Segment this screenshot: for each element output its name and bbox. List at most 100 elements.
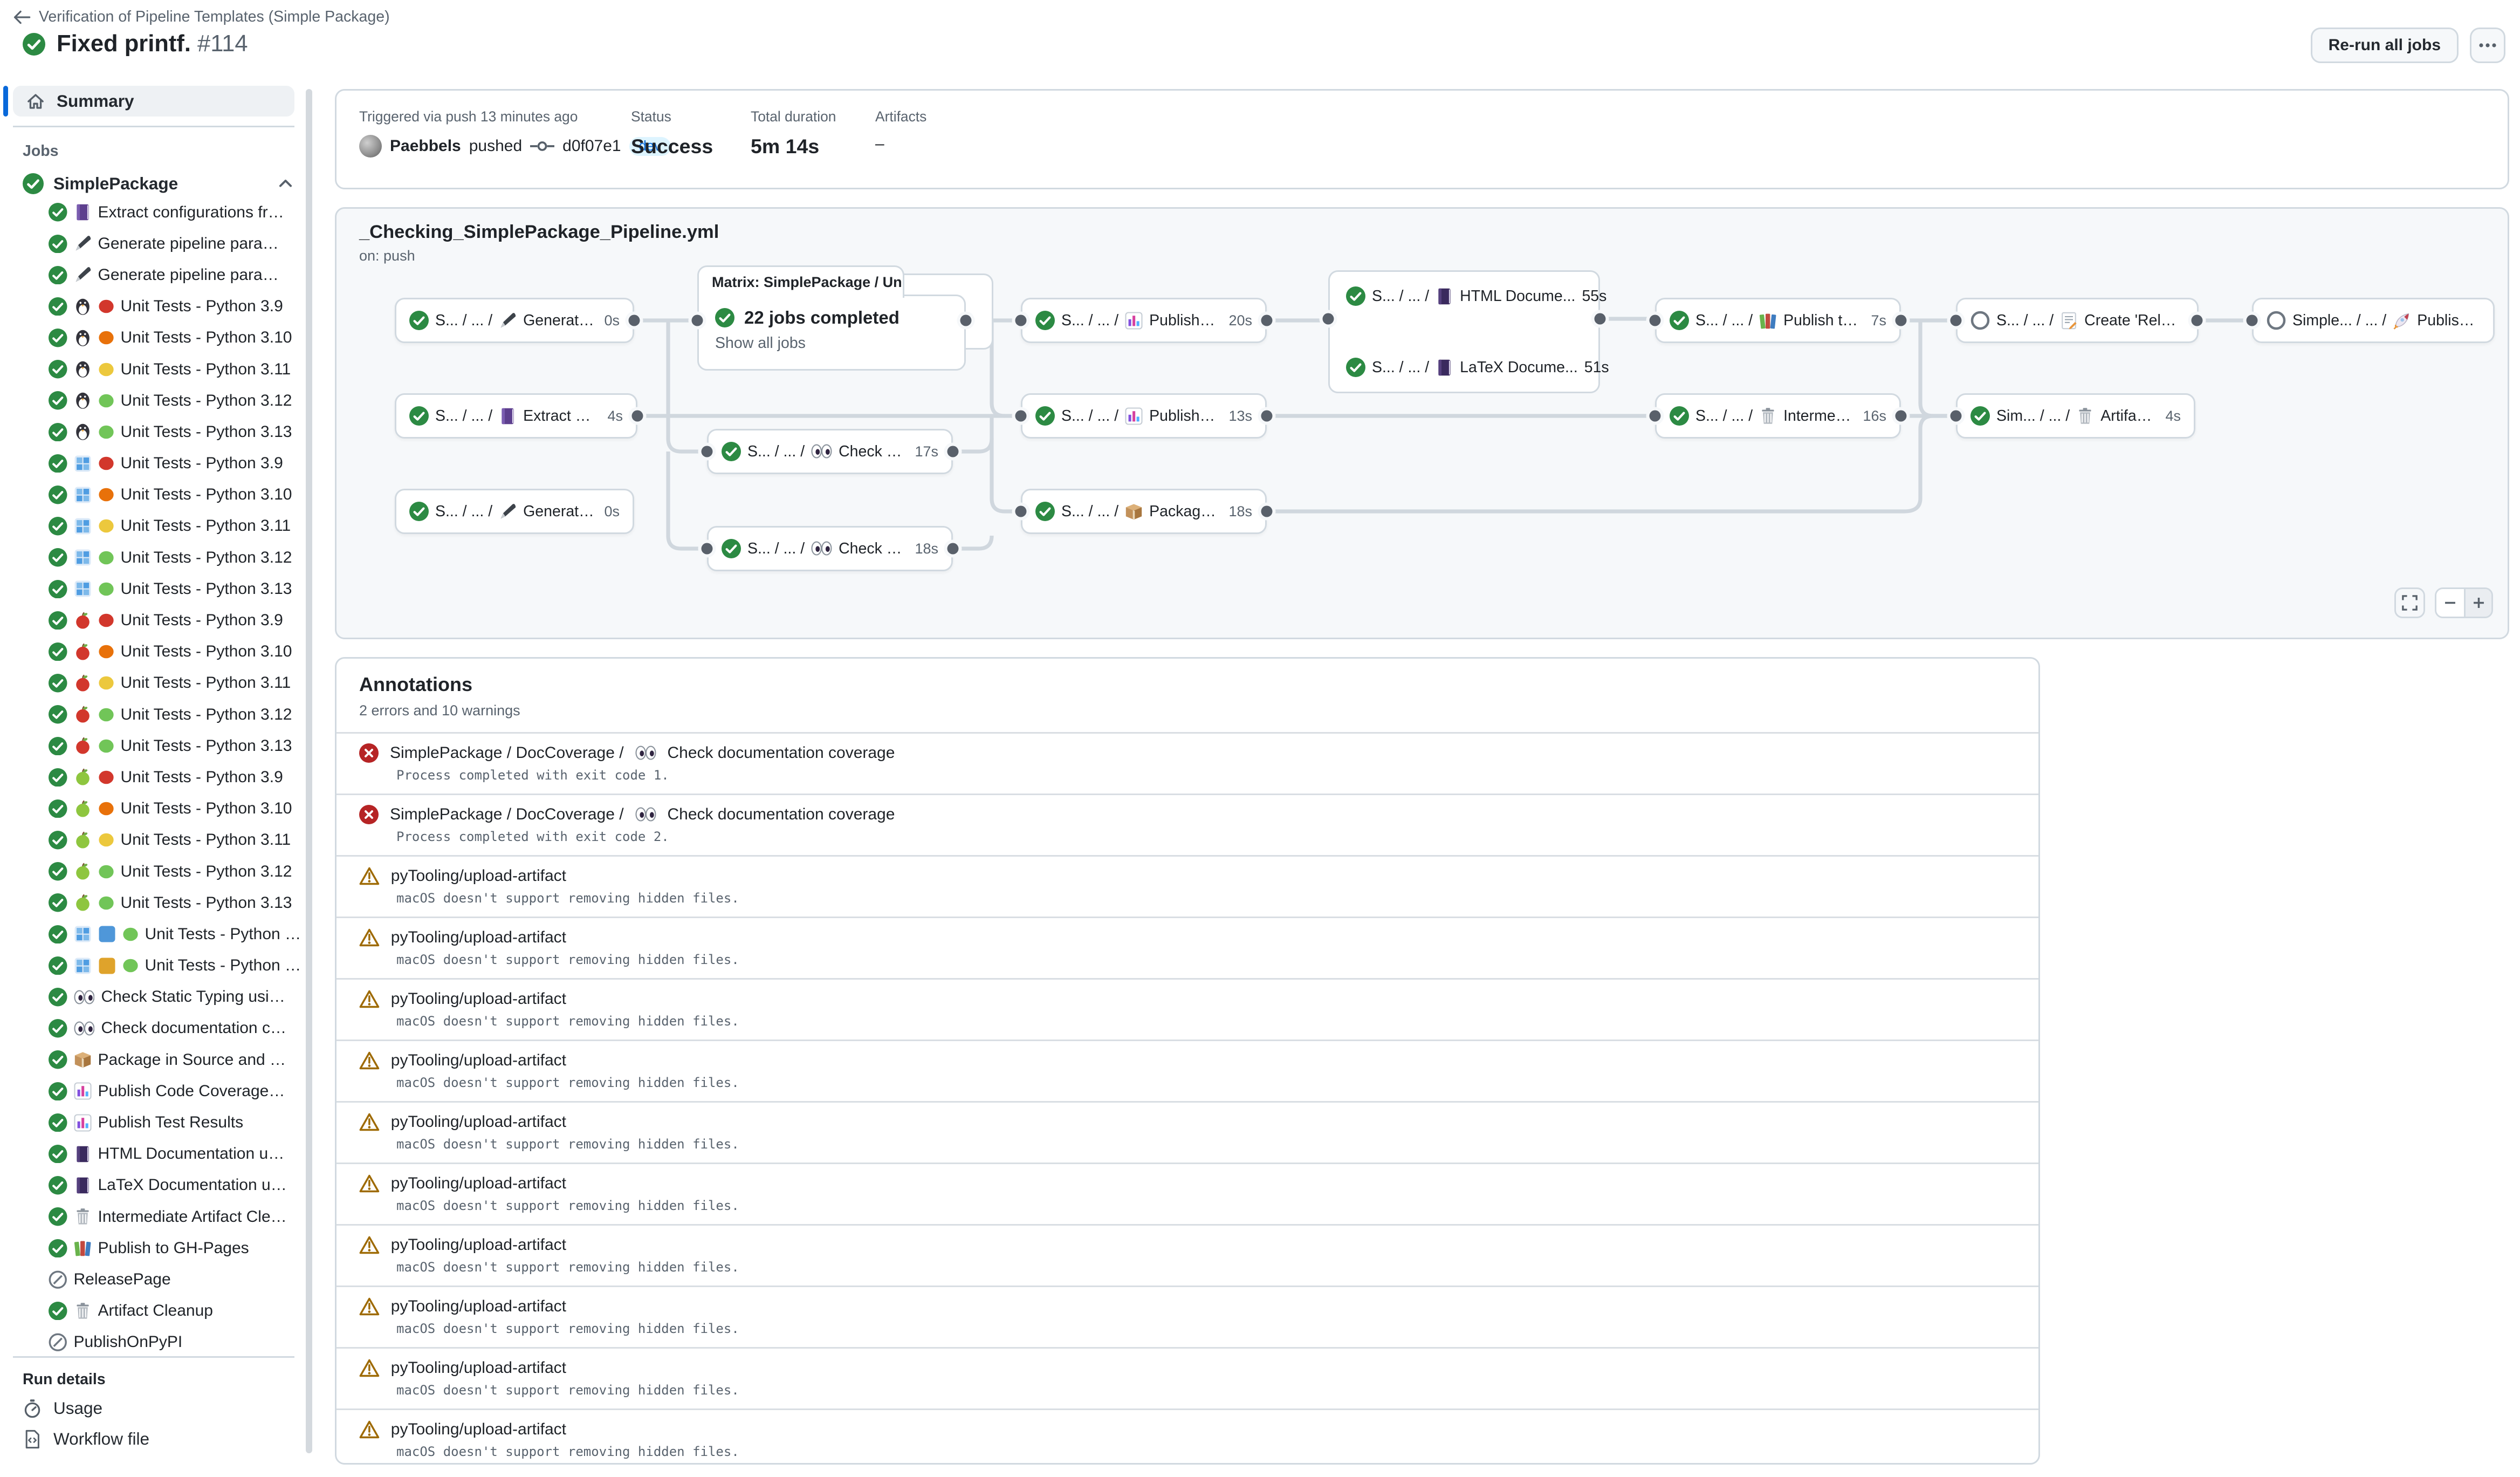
run-options-kebab-button[interactable] [2470, 28, 2505, 63]
zoom-out-button[interactable] [2436, 589, 2464, 617]
windows-icon [74, 580, 92, 598]
graph-node-extract[interactable]: S... / ... /Extract configur...4s [395, 393, 637, 439]
graph-connector-dot [1595, 313, 1606, 325]
sidebar-job-item[interactable]: Unit Tests - Python 3.11 [0, 824, 307, 856]
sidebar-job-item[interactable]: Publish Test Results [0, 1107, 307, 1138]
zoom-in-button[interactable] [2464, 589, 2491, 617]
annotation-title[interactable]: pyTooling/upload-artifact [391, 1174, 566, 1193]
graph-node-gen2[interactable]: S... / ... /Generate pipelin...0s [395, 489, 634, 534]
check-circle-icon [49, 548, 67, 567]
sidebar-job-item[interactable]: Intermediate Artifact Cleanup [0, 1201, 307, 1233]
sidebar-job-item[interactable]: PublishOnPyPI [0, 1326, 307, 1358]
warning-icon [359, 1235, 380, 1255]
sidebar-job-item[interactable]: ReleasePage [0, 1264, 307, 1295]
sidebar-job-item[interactable]: Unit Tests - Python 3.13 [0, 887, 307, 919]
apple-red-icon [74, 737, 92, 755]
pen-icon [74, 235, 92, 252]
sidebar-job-item[interactable]: Unit Tests - Python 3.11 [0, 353, 307, 385]
annotation-detail: macOS doesn't support removing hidden fi… [396, 1014, 2016, 1029]
graph-node-intermediate[interactable]: S... / ... /Intermediate A...16s [1655, 393, 1901, 439]
sidebar-job-item[interactable]: Unit Tests - Python 3.9 [0, 605, 307, 636]
graph-node-release[interactable]: S... / ... /Create 'Release Pa... [1956, 298, 2199, 343]
sidebar-job-item[interactable]: Extract configurations from p... [0, 197, 307, 228]
sidebar-scrollbar[interactable] [306, 89, 312, 1453]
sidebar-job-item[interactable]: Generate pipeline parameters [0, 259, 307, 291]
show-all-jobs-link[interactable]: Show all jobs [715, 334, 948, 352]
sidebar-job-item[interactable]: Unit Tests - Python 3.13 [0, 730, 307, 762]
sidebar-job-group-simplepackage[interactable]: SimplePackage [23, 170, 294, 197]
check-circle-icon [1035, 406, 1055, 426]
actor-name[interactable]: Paebbels [390, 137, 461, 155]
sidebar-job-item[interactable]: Unit Tests - Python 3.12 [0, 385, 307, 416]
graph-node-package[interactable]: S... / ... /Package in Sou...18s [1021, 489, 1267, 534]
sidebar-job-item[interactable]: Unit Tests - Python 3.13 [0, 573, 307, 605]
graph-node-check_doc[interactable]: S... / ... /Check docume...18s [707, 526, 953, 571]
sidebar-job-item[interactable]: HTML Documentation using ... [0, 1138, 307, 1170]
sidebar-job-item[interactable]: Publish Code Coverage Results [0, 1076, 307, 1107]
annotation-title[interactable]: pyTooling/upload-artifact [391, 1236, 566, 1254]
sidebar-item-workflow-file[interactable]: Workflow file [23, 1429, 149, 1449]
sidebar-job-item[interactable]: Check Static Typing using Pyt... [0, 981, 307, 1013]
job-label: Generate pipeline parameters [98, 266, 289, 284]
sidebar-job-item[interactable]: Unit Tests - Python 3.12 [0, 856, 307, 887]
node-label: LaTeX Docume... [1460, 359, 1578, 377]
sidebar-job-item[interactable]: Generate pipeline parameters [0, 228, 307, 259]
rerun-all-jobs-button[interactable]: Re-run all jobs [2311, 28, 2459, 63]
graph-connector-dot [1323, 313, 1334, 325]
sidebar-item-summary[interactable]: Summary [13, 86, 294, 117]
sidebar-job-item[interactable]: Unit Tests - Python 3.10 [0, 636, 307, 667]
annotation-title[interactable]: pyTooling/upload-artifact [391, 928, 566, 947]
sidebar-job-item[interactable]: Unit Tests - Python 3.12 [0, 542, 307, 573]
annotation-detail: macOS doesn't support removing hidden fi… [396, 1075, 2016, 1090]
fullscreen-button[interactable] [2394, 587, 2425, 618]
dot-green-icon [122, 958, 139, 974]
graph-node-check_static[interactable]: S... / ... /Check Static Ty...17s [707, 429, 953, 474]
status-column: Status Success [631, 108, 713, 158]
node-label: HTML Docume... [1460, 288, 1575, 305]
sidebar-job-item[interactable]: Check documentation covera... [0, 1013, 307, 1044]
pen-icon [499, 312, 517, 330]
job-label: Extract configurations from p... [98, 203, 289, 222]
avatar[interactable] [359, 135, 382, 158]
annotation-title[interactable]: pyTooling/upload-artifact [391, 1420, 566, 1439]
annotation-title[interactable]: pyTooling/upload-artifact [391, 990, 566, 1008]
graph-node-cleanup[interactable]: Sim... / ... /Artifact Cleanup4s [1956, 393, 2195, 439]
annotation-title[interactable]: Check documentation coverage [668, 805, 895, 824]
sidebar-job-item[interactable]: Publish to GH-Pages [0, 1233, 307, 1264]
matrix-tab[interactable]: Matrix: SimplePackage / UnitTest... [697, 265, 904, 298]
graph-node-html_doc[interactable]: S... / ... /HTML Docume...55s [1346, 286, 1582, 306]
graph-node-pub_cov[interactable]: S... / ... /Publish Code C...20s [1021, 298, 1267, 343]
sidebar-job-item[interactable]: Package in Source and Wheel... [0, 1044, 307, 1076]
sidebar-job-item[interactable]: Unit Tests - Python 3.11 [0, 510, 307, 542]
graph-node-gh_pages[interactable]: S... / ... /Publish to GH-P...7s [1655, 298, 1901, 343]
sidebar-job-item[interactable]: LaTeX Documentation using ... [0, 1170, 307, 1201]
sidebar-job-item[interactable]: Unit Tests - Python 3.11 [0, 667, 307, 699]
annotation-title[interactable]: pyTooling/upload-artifact [391, 867, 566, 885]
chevron-up-icon[interactable] [277, 175, 294, 193]
commit-sha[interactable]: d0f07e1 [562, 137, 621, 155]
breadcrumb-back-link[interactable]: Verification of Pipeline Templates (Simp… [13, 8, 390, 26]
sidebar-job-item[interactable]: Unit Tests - Python 3.10 [0, 793, 307, 824]
sidebar-job-item[interactable]: Unit Tests - Python 3.9 [0, 762, 307, 793]
annotation-title[interactable]: Check documentation coverage [668, 744, 895, 762]
annotation-title[interactable]: pyTooling/upload-artifact [391, 1359, 566, 1377]
matrix-node[interactable]: 22 jobs completedShow all jobs [697, 295, 966, 371]
sidebar-job-item[interactable]: Unit Tests - Python 3.10 [0, 479, 307, 510]
sidebar-job-item[interactable]: Unit Tests - Python 3.12 [0, 950, 307, 981]
annotation-title[interactable]: pyTooling/upload-artifact [391, 1297, 566, 1316]
graph-node-pub_test[interactable]: S... / ... /Publish Test Re...13s [1021, 393, 1267, 439]
annotation-title[interactable]: pyTooling/upload-artifact [391, 1051, 566, 1070]
sidebar-job-item[interactable]: Unit Tests - Python 3.12 [0, 919, 307, 950]
sidebar-item-usage[interactable]: Usage [23, 1398, 102, 1418]
sidebar-job-item[interactable]: Unit Tests - Python 3.10 [0, 322, 307, 353]
sidebar-job-item[interactable]: Unit Tests - Python 3.9 [0, 291, 307, 322]
job-label: Unit Tests - Python 3.9 [121, 454, 283, 473]
graph-node-pypi[interactable]: Simple... / ... /Publish to PyPI [2252, 298, 2495, 343]
annotation-title[interactable]: pyTooling/upload-artifact [391, 1113, 566, 1131]
sidebar-job-item[interactable]: Unit Tests - Python 3.9 [0, 448, 307, 479]
sidebar-job-item[interactable]: Unit Tests - Python 3.12 [0, 699, 307, 730]
graph-node-gen1[interactable]: S... / ... /Generate pipelin...0s [395, 298, 634, 343]
sidebar-job-item[interactable]: Artifact Cleanup [0, 1295, 307, 1326]
sidebar-job-item[interactable]: Unit Tests - Python 3.13 [0, 416, 307, 448]
graph-node-latex_doc[interactable]: S... / ... /LaTeX Docume...51s [1346, 358, 1582, 377]
